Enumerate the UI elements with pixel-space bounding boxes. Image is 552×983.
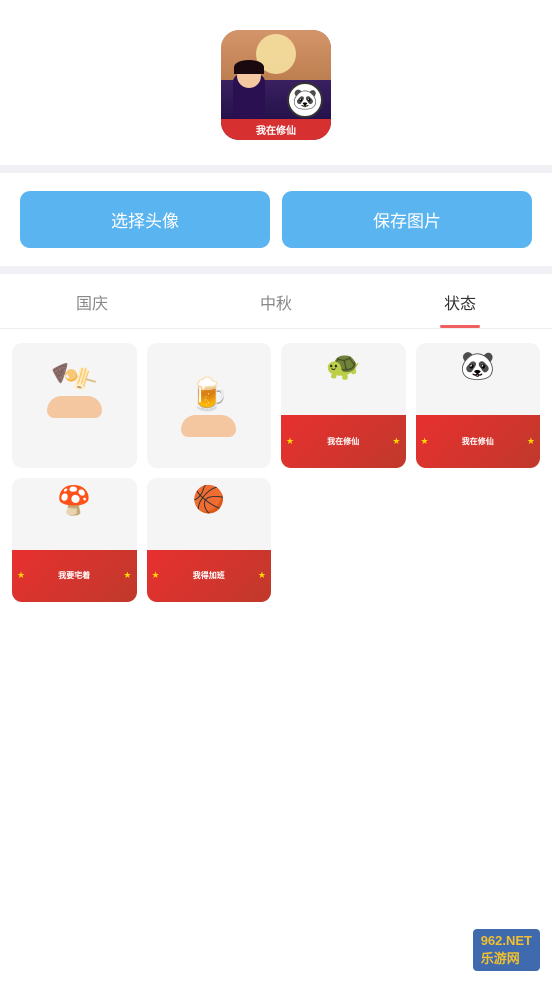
watermark: 962.NET 乐游网: [473, 929, 540, 971]
sticker-content-4: ★ 我在修仙 ★ 🐼: [416, 343, 541, 468]
sticker-content-6: ★ 我得加班 ★ 🏀: [147, 478, 272, 603]
sticker-content-3: ★ 我在修仙 ★ 🐢: [281, 343, 406, 468]
select-avatar-button[interactable]: 选择头像: [20, 191, 270, 248]
sticker-skewer[interactable]: 🍢: [12, 343, 137, 468]
avatar-label: 我在修仙: [221, 119, 331, 140]
tab-guoqing[interactable]: 国庆: [0, 274, 184, 328]
sticker-content-5: ★ 我要宅着 ★ 🍄: [12, 478, 137, 603]
sticker-xiuxian-panda[interactable]: ★ 我在修仙 ★ 🐼: [416, 343, 541, 468]
tab-zhuangtai[interactable]: 状态: [368, 274, 552, 328]
buttons-section: 选择头像 保存图片: [0, 173, 552, 266]
sticker-content-2: 🍺: [147, 343, 272, 468]
save-image-button[interactable]: 保存图片: [282, 191, 532, 248]
watermark-site: 962.NET: [481, 933, 532, 948]
stickers-section: 国庆 中秋 状态 🍢 🍺: [0, 274, 552, 983]
sticker-jiaban[interactable]: ★ 我得加班 ★ 🏀: [147, 478, 272, 603]
sticker-beer[interactable]: 🍺: [147, 343, 272, 468]
watermark-sub: 乐游网: [481, 951, 520, 966]
avatar-section: 🐼 我在修仙: [0, 0, 552, 165]
sticker-xiuxian-turtle[interactable]: ★ 我在修仙 ★ 🐢: [281, 343, 406, 468]
sticker-zhaizhao[interactable]: ★ 我要宅着 ★ 🍄: [12, 478, 137, 603]
avatar-image: 🐼 我在修仙: [221, 30, 331, 140]
avatar-wrapper: 🐼 我在修仙: [221, 30, 331, 140]
sticker-content-1: 🍢: [12, 343, 137, 468]
tab-zhongqiu[interactable]: 中秋: [184, 274, 368, 328]
sticker-grid: 🍢 🍺 ★: [0, 329, 552, 616]
tabs-bar: 国庆 中秋 状态: [0, 274, 552, 329]
